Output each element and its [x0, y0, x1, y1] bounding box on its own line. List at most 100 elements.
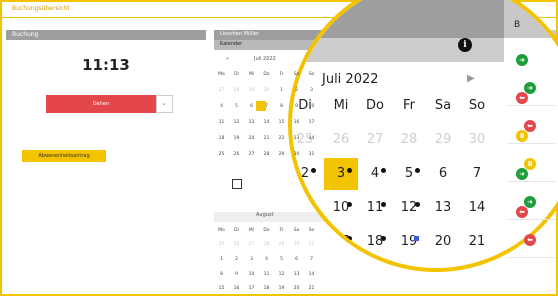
mini-day-cell[interactable]: Do: [261, 72, 272, 77]
mini-day-cell[interactable]: 11: [261, 272, 272, 277]
mini-day-cell[interactable]: 31: [306, 152, 317, 157]
mini-day-cell[interactable]: 30: [291, 242, 302, 247]
magnified-day-cell[interactable]: 21: [460, 226, 494, 258]
mini-day-cell[interactable]: 14: [306, 272, 317, 277]
mini-day-cell[interactable]: 2: [291, 88, 302, 93]
mini-day-cell[interactable]: 27: [216, 88, 227, 93]
mini-day-cell[interactable]: 16: [291, 120, 302, 125]
mini-day-cell[interactable]: 27: [246, 152, 257, 157]
mini-day-cell[interactable]: 21: [261, 136, 272, 141]
magnified-day-cell[interactable]: 27: [426, 260, 460, 268]
mini-day-cell[interactable]: 13: [246, 120, 257, 125]
mini-day-cell[interactable]: 2: [231, 257, 242, 262]
mini-day-cell[interactable]: 3: [306, 88, 317, 93]
magnified-day-cell[interactable]: So: [460, 90, 494, 122]
mini-day-cell[interactable]: 31: [306, 242, 317, 247]
mini-day-cell[interactable]: 24: [306, 136, 317, 141]
mini-day-cell[interactable]: Sa: [291, 228, 302, 233]
mini-day-cell[interactable]: Mo: [216, 228, 227, 233]
mini-day-cell[interactable]: 17: [306, 120, 317, 125]
absence-request-button[interactable]: Abwesenheitsantrag: [22, 150, 106, 162]
magnified-day-cell[interactable]: 2: [292, 158, 322, 190]
magnified-day-cell[interactable]: 29: [426, 124, 460, 156]
magnified-day-cell[interactable]: 30: [460, 124, 494, 156]
magnified-day-cell[interactable]: 18: [358, 226, 392, 258]
mini-day-cell[interactable]: Mi: [246, 228, 257, 233]
status-row[interactable]: Ⅱ: [507, 146, 556, 182]
mini-day-cell[interactable]: 28: [261, 242, 272, 247]
mini-day-cell[interactable]: 23: [291, 136, 302, 141]
mini-day-cell[interactable]: 19: [231, 136, 242, 141]
mini-day-cell[interactable]: 4: [261, 257, 272, 262]
mini-day-cell[interactable]: 1: [216, 257, 227, 262]
status-row[interactable]: ⬅: [507, 108, 556, 144]
mini-day-cell[interactable]: 3: [246, 257, 257, 262]
mini-day-cell[interactable]: 6: [246, 104, 257, 109]
mini-day-cell[interactable]: 22: [276, 136, 287, 141]
mini-day-cell[interactable]: 15: [276, 120, 287, 125]
magnified-day-cell[interactable]: 3: [324, 158, 358, 190]
mini-day-cell[interactable]: 16: [231, 286, 242, 291]
prev-month-icon[interactable]: «: [226, 56, 229, 62]
mini-day-cell[interactable]: 11: [216, 120, 227, 125]
magnified-day-cell[interactable]: 11: [358, 192, 392, 224]
mini-day-cell[interactable]: 20: [291, 286, 302, 291]
status-row[interactable]: ➜: [507, 70, 556, 106]
mini-day-cell[interactable]: 10: [246, 272, 257, 277]
mini-day-cell[interactable]: 6: [291, 257, 302, 262]
mini-day-cell[interactable]: 29: [246, 88, 257, 93]
mini-day-cell[interactable]: 7: [261, 104, 272, 109]
mini-day-cell[interactable]: 7: [306, 257, 317, 262]
mini-day-cell[interactable]: 29: [276, 242, 287, 247]
magnified-day-cell[interactable]: 27: [358, 124, 392, 156]
magnified-day-cell[interactable]: 19: [392, 226, 426, 258]
mini-day-cell[interactable]: 27: [246, 242, 257, 247]
mini-day-cell[interactable]: 12: [231, 120, 242, 125]
mini-day-cell[interactable]: Mi: [246, 72, 257, 77]
magnified-day-cell[interactable]: Fr: [392, 90, 426, 122]
magnified-day-cell[interactable]: 10: [324, 192, 358, 224]
mini-day-cell[interactable]: 19: [276, 286, 287, 291]
magnified-day-cell[interactable]: 28: [392, 124, 426, 156]
mini-day-cell[interactable]: Di: [231, 228, 242, 233]
mini-day-cell[interactable]: 30: [291, 152, 302, 157]
mini-day-cell[interactable]: 25: [216, 152, 227, 157]
mini-day-cell[interactable]: 8: [216, 272, 227, 277]
mini-day-cell[interactable]: 13: [291, 272, 302, 277]
arrow-right-green-icon[interactable]: ➜: [516, 54, 528, 66]
magnified-day-cell[interactable]: 6: [426, 158, 460, 190]
mini-day-cell[interactable]: 12: [276, 272, 287, 277]
info-icon[interactable]: i: [458, 38, 472, 52]
mini-day-cell[interactable]: So: [306, 72, 317, 77]
mini-day-cell[interactable]: 4: [216, 104, 227, 109]
mini-day-cell[interactable]: 26: [231, 242, 242, 247]
mini-day-cell[interactable]: 26: [231, 152, 242, 157]
go-button[interactable]: Gehen: [46, 95, 156, 113]
mini-day-cell[interactable]: 30: [261, 88, 272, 93]
mini-day-cell[interactable]: So: [306, 228, 317, 233]
go-dropdown-button[interactable]: ⌄: [156, 95, 173, 113]
mini-day-cell[interactable]: 9: [291, 104, 302, 109]
magnified-day-cell[interactable]: 12: [392, 192, 426, 224]
magnified-day-cell[interactable]: 9: [292, 192, 322, 224]
mini-day-cell[interactable]: 8: [276, 104, 287, 109]
mini-day-cell[interactable]: 14: [261, 120, 272, 125]
mini-day-cell[interactable]: 28: [261, 152, 272, 157]
mini-day-cell[interactable]: 5: [231, 104, 242, 109]
mini-day-cell[interactable]: 1: [276, 88, 287, 93]
mini-day-cell[interactable]: 28: [231, 88, 242, 93]
status-row[interactable]: ➜: [507, 184, 556, 220]
mini-day-cell[interactable]: 5: [276, 257, 287, 262]
magnified-day-cell[interactable]: 7: [460, 158, 494, 190]
mini-day-cell[interactable]: 10: [306, 104, 317, 109]
magnified-day-cell[interactable]: 4: [358, 158, 392, 190]
mini-day-cell[interactable]: Sa: [291, 72, 302, 77]
mini-day-cell[interactable]: 21: [306, 286, 317, 291]
status-row[interactable]: ⬅: [507, 222, 556, 258]
mini-day-cell[interactable]: 15: [216, 286, 227, 291]
next-month-icon[interactable]: ▶: [467, 73, 475, 84]
mini-day-cell[interactable]: 18: [261, 286, 272, 291]
magnified-day-cell[interactable]: Do: [358, 90, 392, 122]
mini-day-cell[interactable]: Fr: [276, 72, 287, 77]
mini-day-cell[interactable]: Fr: [276, 228, 287, 233]
